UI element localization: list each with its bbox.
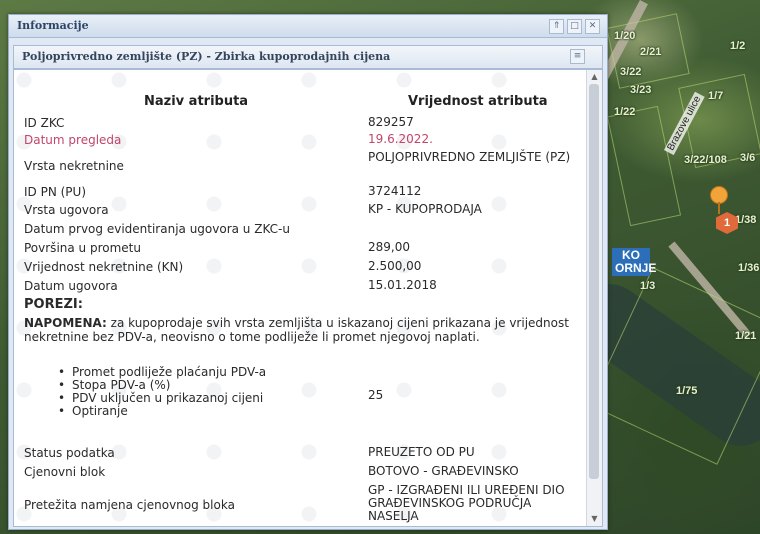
info-window: Informacije ⇑ □ ✕ Poljoprivredno zemljiš… [8, 14, 608, 530]
attribute-name: Status podatka [24, 446, 115, 460]
collapse-icon[interactable]: ⇑ [549, 19, 564, 34]
parcel-label: 3/22/108 [684, 154, 727, 166]
maximize-icon[interactable]: □ [567, 19, 582, 34]
note-text: NAPOMENA: za kupoprodaje svih vrsta zeml… [24, 316, 579, 344]
column-header-value: Vrijednost atributa [408, 94, 548, 109]
vertical-scrollbar[interactable]: ▲ ▼ [586, 70, 602, 526]
tax-item-name: PDV uključen u prikazanoj cijeni [72, 391, 264, 405]
parcel [606, 105, 682, 227]
scroll-down-icon[interactable]: ▼ [590, 514, 599, 523]
window-header[interactable]: Informacije ⇑ □ ✕ [9, 15, 607, 38]
tax-list: Promet podliježe plaćanju PDV-a Stopa PD… [58, 365, 267, 419]
parcel-label: 1/3 [640, 280, 656, 292]
table-row: Vrijednost nekretnine (KN) 2.500,00 [24, 260, 584, 276]
table-row: Vrsta nekretnine POLJOPRIVREDNO ZEMLJIŠT… [24, 151, 584, 181]
attribute-name: Vrsta ugovora [24, 203, 109, 217]
attribute-name: Površina u prometu [24, 241, 141, 255]
table-row: Vrsta ugovora KP - KUPOPRODAJA [24, 203, 584, 219]
table-row: Površina u prometu 289,00 [24, 241, 584, 257]
table-row: Datum ugovora 15.01.2018 [24, 279, 584, 295]
close-icon[interactable]: ✕ [585, 19, 600, 34]
cadastral-municipality-label: KO ORNJE [612, 248, 656, 276]
attribute-value: 19.6.2022. [368, 132, 433, 146]
attribute-name: Vrsta nekretnine [24, 159, 124, 173]
attribute-value: 2.500,00 [368, 259, 422, 273]
attribute-value: GP - IZGRAĐENI ILI UREĐENI DIO GRAĐEVINS… [368, 483, 565, 523]
parcel-label: 1/22 [614, 106, 636, 118]
note-label: NAPOMENA: [24, 316, 107, 330]
parcel-label: 1/36 [738, 262, 760, 274]
panel-collapse-icon[interactable]: ≡ [570, 49, 585, 64]
attribute-value: PREUZETO OD PU [368, 445, 475, 459]
panel-header[interactable]: Poljoprivredno zemljište (PZ) - Zbirka k… [13, 45, 603, 69]
attribute-table: Naziv atributa Vrijednost atributa ID ZK… [14, 70, 586, 526]
table-row: ID PN (PU) 3724112 [24, 185, 584, 201]
table-row: Datum prvog evidentiranja ugovora u ZKC-… [24, 222, 584, 238]
parcel-label: 1/7 [708, 90, 724, 102]
attribute-name: Pretežita namjena cjenovnog bloka [24, 498, 235, 512]
parcel-label: 1/75 [676, 385, 698, 397]
parcel-label: 1/38 [735, 214, 757, 226]
parcel-label: 3/6 [740, 152, 756, 164]
location-pin-icon[interactable] [710, 186, 728, 214]
panel-body[interactable]: Naziv atributa Vrijednost atributa ID ZK… [13, 69, 603, 527]
attribute-name: Datum prvog evidentiranja ugovora u ZKC-… [24, 222, 290, 236]
parcel-label: 1/20 [614, 30, 636, 42]
window-title: Informacije [17, 19, 89, 32]
attribute-value: POLJOPRIVREDNO ZEMLJIŠTE (PZ) [368, 150, 571, 164]
attribute-name: Cjenovni blok [24, 465, 106, 479]
tax-item-name: Optiranje [72, 404, 128, 418]
parcel-label: 2/21 [640, 46, 662, 58]
attribute-value: 15.01.2018 [368, 278, 437, 292]
parcel-label: 3/22 [620, 66, 642, 78]
scroll-up-icon[interactable]: ▲ [590, 72, 599, 81]
attribute-value: KP - KUPOPRODAJA [368, 202, 482, 216]
taxes-heading: POREZI: [24, 297, 83, 312]
tax-item-name: Promet podliježe plaćanju PDV-a [72, 365, 267, 379]
parcel-label: 1/21 [735, 330, 757, 342]
panel-title: Poljoprivredno zemljište (PZ) - Zbirka k… [22, 50, 391, 63]
tax-item-value: 25 [368, 388, 384, 402]
table-row: Datum pregleda 19.6.2022. [24, 133, 584, 149]
attribute-name: Datum ugovora [24, 279, 118, 293]
parcel-label: 1/2 [730, 40, 746, 52]
attribute-value: 829257 [368, 115, 414, 129]
attribute-name: Vrijednost nekretnine (KN) [24, 260, 184, 274]
table-row: Cjenovni blok BOTOVO - GRAĐEVINSKO [24, 465, 584, 481]
attribute-value: BOTOVO - GRAĐEVINSKO [368, 464, 519, 478]
attribute-value: 289,00 [368, 240, 410, 254]
table-row: Pretežita namjena cjenovnog bloka GP - I… [24, 484, 584, 526]
attribute-name: ID ZKC [24, 116, 65, 130]
table-row: Status podatka PREUZETO OD PU [24, 446, 584, 462]
attribute-name: Datum pregleda [24, 133, 122, 147]
attribute-value: 3724112 [368, 184, 422, 198]
table-row: ID ZKC 829257 [24, 116, 584, 132]
parcel-label: 3/23 [630, 84, 652, 96]
tax-item-name: Stopa PDV-a (%) [72, 378, 171, 392]
attribute-name: ID PN (PU) [24, 185, 87, 199]
scroll-thumb[interactable] [589, 84, 599, 479]
list-item: Optiranje [58, 404, 266, 419]
column-header-name: Naziv atributa [144, 94, 249, 109]
